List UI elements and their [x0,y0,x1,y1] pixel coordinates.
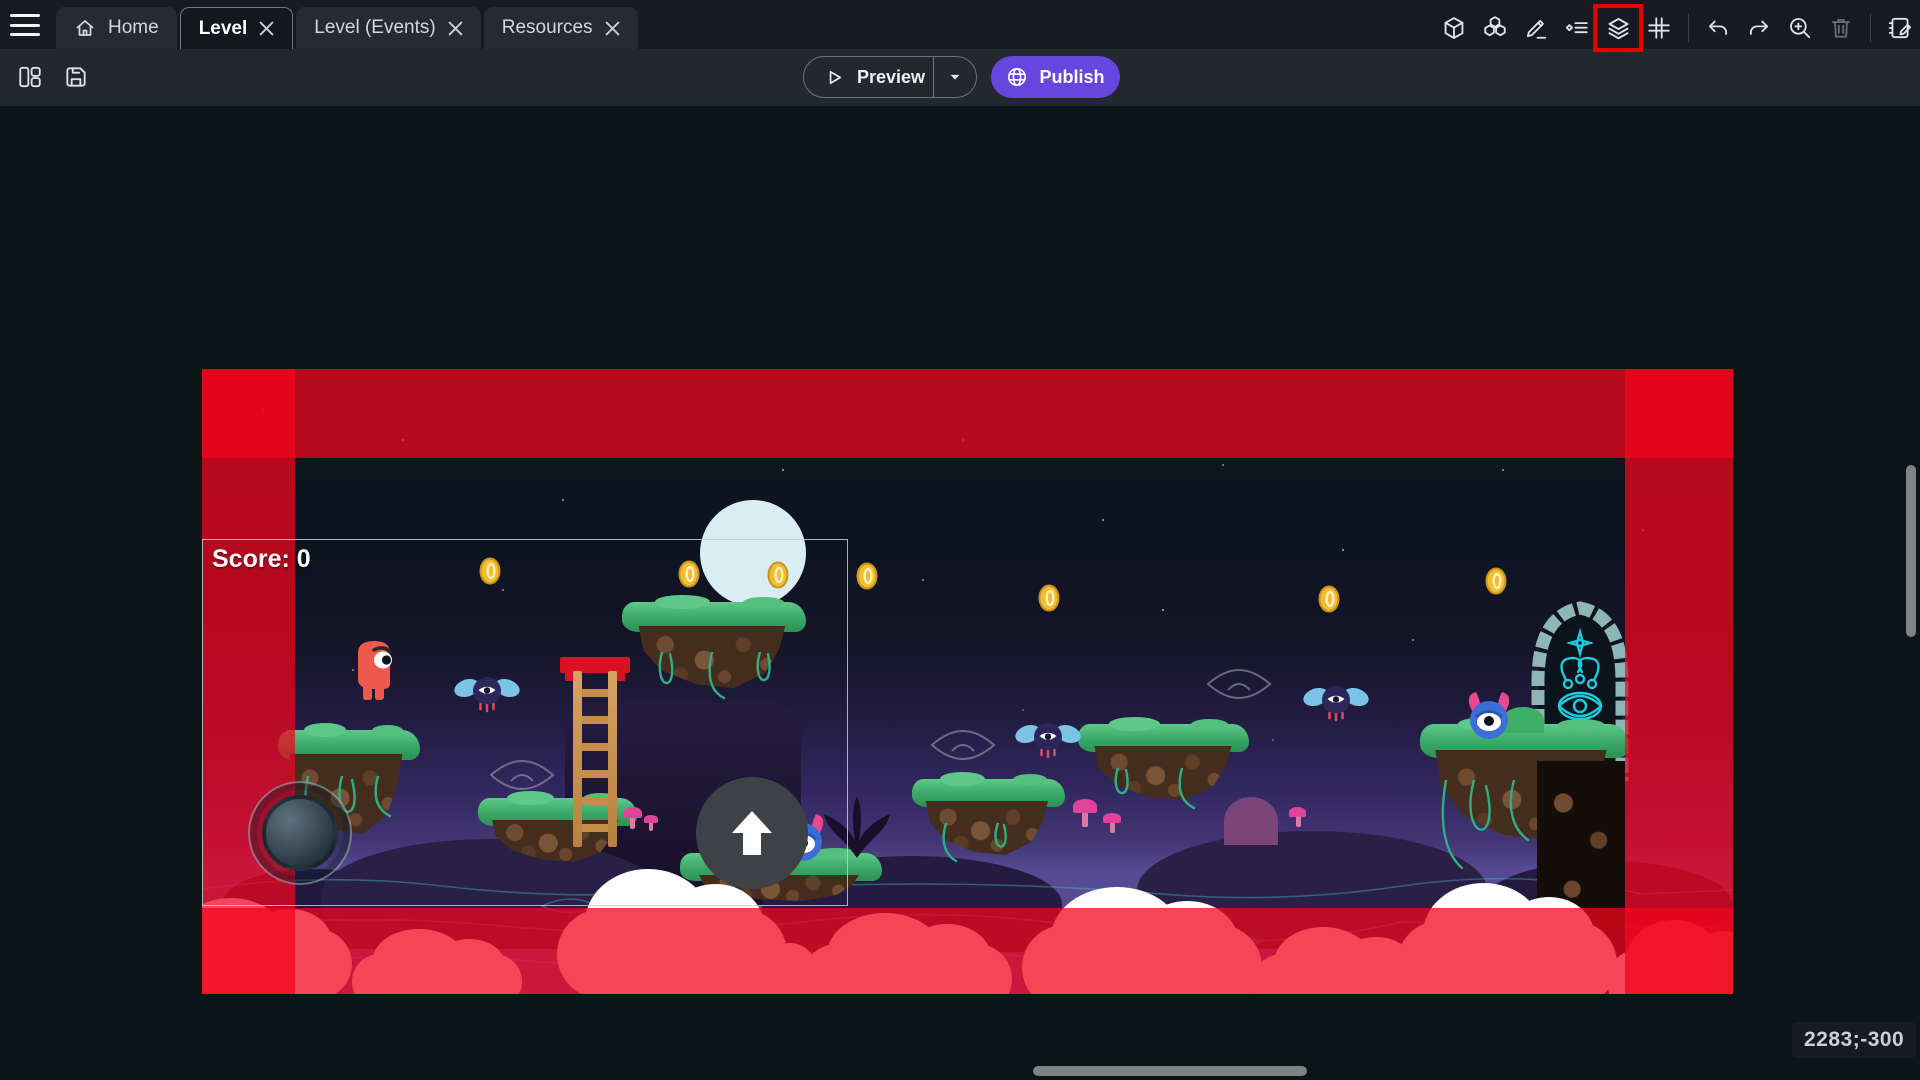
toolbar-left-group [10,57,96,97]
up-arrow-icon [722,803,782,863]
publish-button[interactable]: Publish [991,56,1120,98]
save-icon [63,64,89,90]
redo-button[interactable] [1739,8,1779,48]
scene-properties-button[interactable] [1880,8,1920,48]
coin-object[interactable] [1485,567,1507,595]
close-icon[interactable] [259,21,274,36]
bat-enemy-object[interactable] [454,671,520,715]
globe-icon [1006,66,1028,88]
vertical-scrollbar[interactable] [1906,465,1916,637]
panels-layout-button[interactable] [10,57,50,97]
ladder-object[interactable] [563,657,627,847]
tab-resources[interactable]: Resources [484,7,638,49]
pink-mound [1224,797,1278,845]
eye-decoration [1202,665,1276,703]
objects-cubes-button[interactable] [1475,8,1515,48]
platform-object[interactable] [622,602,806,702]
instances-list-icon [1564,15,1590,41]
trash-icon [1828,15,1854,41]
horned-monster-object[interactable] [1460,689,1518,741]
mushroom [644,815,658,823]
toolbar-divider [1870,14,1871,42]
platform-object[interactable] [912,779,1065,859]
tab-label: Resources [502,17,593,39]
cloud [1022,925,1262,994]
cloud [802,944,1012,994]
tab-label: Level [199,18,248,40]
tab-strip: Home Level Level (Events) Resources [56,7,638,49]
hamburger-menu-icon[interactable] [10,12,44,38]
zoom-in-icon [1787,15,1813,41]
mushroom [1103,813,1121,823]
grid-button[interactable] [1639,8,1679,48]
play-icon [824,67,845,88]
player-character-object[interactable] [352,639,396,701]
tab-label: Home [108,17,159,39]
grid-icon [1646,15,1672,41]
preview-label: Preview [857,67,925,88]
toolbar-center-group: Preview Publish [803,56,1120,98]
save-button[interactable] [56,57,96,97]
horizontal-scrollbar[interactable] [1033,1066,1307,1076]
coin-object[interactable] [1318,585,1340,613]
trash-button[interactable] [1821,8,1861,48]
publish-label: Publish [1039,67,1104,88]
coin-object[interactable] [678,560,700,588]
coin-object[interactable] [767,561,789,589]
panels-layout-icon [17,64,43,90]
jump-button-object[interactable] [696,777,808,889]
scene-properties-icon [1887,15,1913,41]
layers-icon [1605,15,1632,42]
cursor-coordinates-badge: 2283;-300 [1792,1022,1916,1058]
zoom-in-button[interactable] [1780,8,1820,48]
moon-object[interactable] [700,500,806,606]
editor-canvas[interactable]: Score: 0 [0,106,1920,1080]
coin-object[interactable] [856,562,878,590]
chevron-down-icon [948,70,962,84]
cloud [202,929,352,994]
toolbar-divider [1688,14,1689,42]
tab-home[interactable]: Home [56,7,177,49]
home-icon [74,17,96,39]
coin-object[interactable] [1038,584,1060,612]
objects-cubes-icon [1482,15,1508,41]
undo-icon [1705,15,1731,41]
tab-level-events[interactable]: Level (Events) [296,7,480,49]
close-icon[interactable] [448,21,463,36]
mushroom [1082,811,1088,827]
toolbar-right-group [1434,8,1920,48]
coin-object[interactable] [479,557,501,585]
3d-box-icon [1441,15,1467,41]
tab-level[interactable]: Level [180,7,294,49]
tab-label: Level (Events) [314,17,435,39]
level-scene[interactable]: Score: 0 [202,369,1733,994]
cloud [1607,949,1733,994]
bat-enemy-object[interactable] [1303,680,1369,724]
cloud [1397,921,1617,994]
bat-enemy-object[interactable] [1015,717,1081,761]
bounds-overlay-top [202,369,1733,458]
platform-object[interactable] [1078,724,1249,804]
preview-button[interactable]: Preview [803,56,977,98]
pencil-icon [1523,15,1549,41]
mushroom [1289,807,1306,817]
eye-decoration [926,726,1000,764]
score-text-object[interactable]: Score: 0 [212,545,311,574]
pencil-button[interactable] [1516,8,1556,48]
eye-decoration [485,756,559,794]
mushroom [1073,799,1097,813]
cloud [352,954,522,994]
dark-plant [822,794,892,858]
mushroom [623,807,642,818]
instances-list-button[interactable] [1557,8,1597,48]
joystick-knob[interactable] [262,795,338,871]
undo-button[interactable] [1698,8,1738,48]
redo-icon [1746,15,1772,41]
preview-dropdown-button[interactable] [934,57,976,97]
stars [262,409,264,411]
layers-button[interactable] [1598,8,1638,48]
3d-box-button[interactable] [1434,8,1474,48]
close-icon[interactable] [605,21,620,36]
